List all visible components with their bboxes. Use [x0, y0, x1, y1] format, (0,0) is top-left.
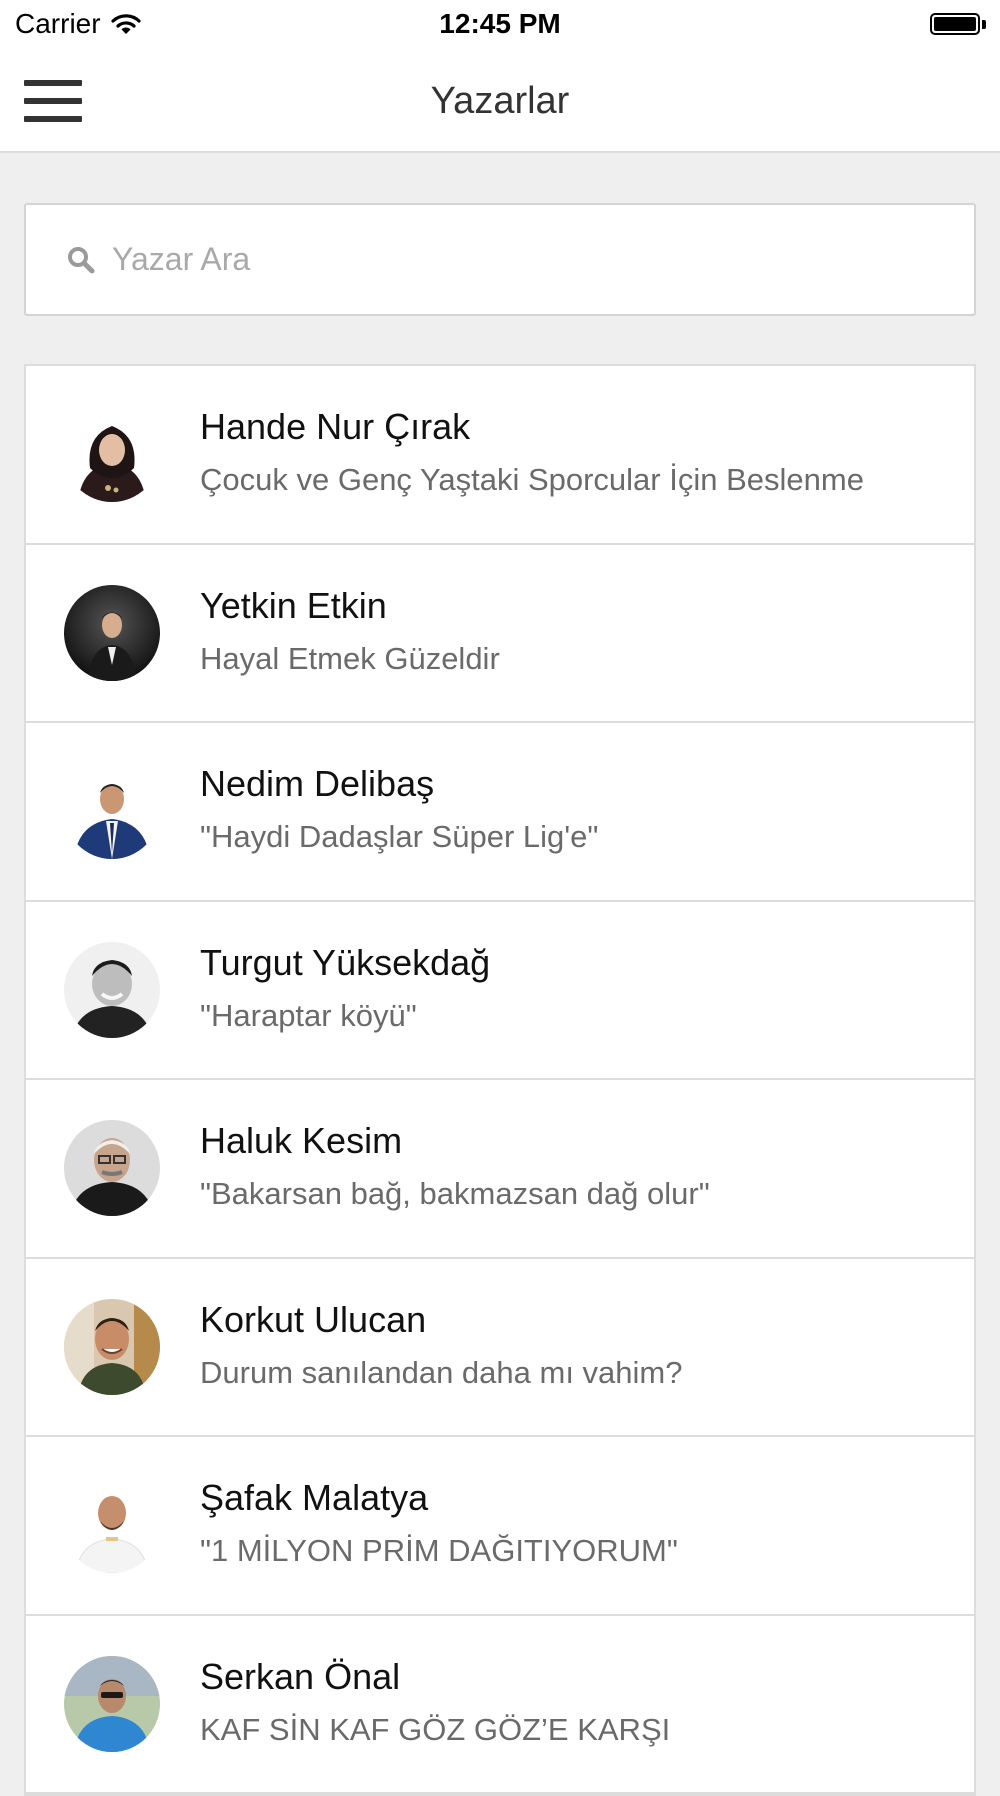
- author-avatar: [64, 941, 160, 1038]
- author-avatar: [64, 1477, 160, 1573]
- author-latest-article: "1 MİLYON PRİM DAĞITIYORUM": [200, 1533, 678, 1568]
- author-name: Hande Nur Çırak: [200, 406, 471, 447]
- author-name: Korkut Ulucan: [200, 1298, 427, 1340]
- author-latest-article: "Haydi Dadaşlar Süper Lig'e": [200, 819, 599, 854]
- author-list: Hande Nur Çırak Çocuk ve Genç Yaştaki Sp…: [24, 364, 976, 1796]
- author-avatar: [64, 406, 160, 502]
- author-latest-article: Çocuk ve Genç Yaştaki Sporcular İçin Bes…: [200, 462, 864, 497]
- clock: 12:45 PM: [439, 8, 561, 39]
- author-row[interactable]: Korkut Ulucan Durum sanılandan daha mı v…: [26, 1259, 974, 1437]
- author-row[interactable]: Nedim Delibaş "Haydi Dadaşlar Süper Lig'…: [26, 723, 974, 902]
- author-latest-article: Durum sanılandan daha mı vahim?: [200, 1354, 683, 1390]
- search-icon: [68, 246, 95, 273]
- author-name: Şafak Malatya: [200, 1477, 429, 1518]
- battery-icon: [930, 12, 986, 36]
- author-name: Serkan Önal: [200, 1655, 401, 1697]
- author-latest-article: "Bakarsan bağ, bakmazsan dağ olur": [200, 1176, 710, 1211]
- author-name: Yetkin Etkin: [200, 584, 387, 626]
- author-avatar: [64, 1298, 160, 1395]
- author-name: Turgut Yüksekdağ: [200, 941, 491, 983]
- author-row[interactable]: Hande Nur Çırak Çocuk ve Genç Yaştaki Sp…: [26, 366, 974, 545]
- author-latest-article: Hayal Etmek Güzeldir: [200, 640, 500, 676]
- author-avatar: [64, 1655, 160, 1752]
- author-latest-article: KAF SİN KAF GÖZ GÖZ’E KARŞI: [200, 1711, 671, 1747]
- author-row[interactable]: Haluk Kesim "Bakarsan bağ, bakmazsan dağ…: [26, 1080, 974, 1259]
- author-row[interactable]: Şafak Malatya "1 MİLYON PRİM DAĞITIYORUM…: [26, 1437, 974, 1616]
- author-name: Nedim Delibaş: [200, 763, 435, 804]
- author-avatar: [64, 584, 160, 681]
- author-name: Haluk Kesim: [200, 1120, 403, 1161]
- status-bar: Carrier 12:45 PM: [0, 0, 1000, 50]
- author-latest-article: "Haraptar köyü": [200, 997, 417, 1033]
- navigation-bar: Yazarlar: [0, 50, 1000, 153]
- page-title: Yazarlar: [430, 80, 570, 122]
- author-avatar: [64, 1120, 160, 1216]
- author-row[interactable]: Yetkin Etkin Hayal Etmek Güzeldir: [26, 545, 974, 723]
- search-bar[interactable]: [24, 203, 976, 316]
- author-row[interactable]: Serkan Önal KAF SİN KAF GÖZ GÖZ’E KARŞI: [26, 1616, 974, 1794]
- author-avatar: [64, 763, 160, 859]
- author-row[interactable]: Turgut Yüksekdağ "Haraptar köyü": [26, 902, 974, 1080]
- search-input[interactable]: [110, 240, 934, 279]
